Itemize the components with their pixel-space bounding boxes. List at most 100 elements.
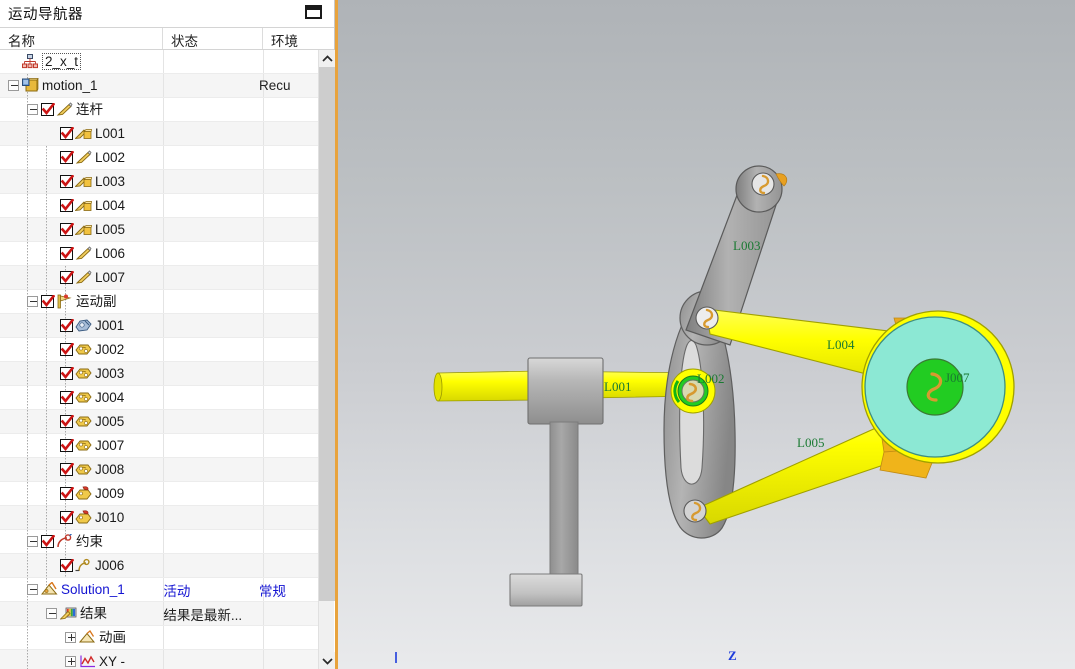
collapse-minus-icon[interactable] xyxy=(46,608,57,619)
tree-row[interactable]: motion_1 Recu xyxy=(0,74,320,98)
tree-expander-placeholder xyxy=(46,392,57,403)
scroll-down-button[interactable] xyxy=(319,652,335,669)
tree-row-name-cell: L006 xyxy=(0,242,155,266)
motion-tree[interactable]: 2_x_t motion_1 Recu 连杆 L001 L002 L003 L0… xyxy=(0,50,335,669)
tree-row[interactable]: J008 xyxy=(0,458,320,482)
tree-expander-placeholder xyxy=(46,416,57,427)
tree-row[interactable]: 动画 xyxy=(0,626,320,650)
tree-row[interactable]: J004 xyxy=(0,386,320,410)
model-label: L003 xyxy=(733,238,761,253)
panel-titlebar: 运动导航器 xyxy=(0,0,334,27)
mechanism-model xyxy=(395,165,1015,663)
tree-row[interactable]: J005 xyxy=(0,410,320,434)
column-separator xyxy=(163,362,164,385)
link-icon xyxy=(75,270,92,285)
tree-row[interactable]: 约束 xyxy=(0,530,320,554)
tree-row[interactable]: J001 xyxy=(0,314,320,338)
panel-title: 运动导航器 xyxy=(8,7,83,23)
visibility-checkbox[interactable] xyxy=(60,151,74,164)
tree-row-name-cell: L007 xyxy=(0,266,155,290)
tree-row[interactable]: L002 xyxy=(0,146,320,170)
tree-scrollbar[interactable] xyxy=(318,50,335,669)
column-header-env[interactable]: 环境 xyxy=(263,28,334,49)
visibility-checkbox[interactable] xyxy=(60,223,74,236)
visibility-checkbox[interactable] xyxy=(60,463,74,476)
visibility-checkbox[interactable] xyxy=(60,127,74,140)
tree-row[interactable]: XY - xyxy=(0,650,320,669)
tree-row[interactable]: L005 xyxy=(0,218,320,242)
column-separator xyxy=(263,650,264,669)
visibility-checkbox[interactable] xyxy=(60,199,74,212)
visibility-checkbox[interactable] xyxy=(60,487,74,500)
model-label: L004 xyxy=(827,337,855,352)
column-separator xyxy=(163,242,164,265)
visibility-checkbox[interactable] xyxy=(41,103,55,116)
visibility-checkbox[interactable] xyxy=(60,271,74,284)
column-separator xyxy=(163,506,164,529)
link-icon xyxy=(56,102,73,117)
column-separator xyxy=(263,482,264,505)
solution-icon xyxy=(40,581,58,597)
tree-row[interactable]: 2_x_t xyxy=(0,50,320,74)
tree-row[interactable]: J007 xyxy=(0,434,320,458)
tree-row[interactable]: L006 xyxy=(0,242,320,266)
visibility-checkbox[interactable] xyxy=(60,319,74,332)
tree-row[interactable]: Solution_1 活动 常规 xyxy=(0,578,320,602)
model-label: J007 xyxy=(945,370,970,385)
visibility-checkbox[interactable] xyxy=(60,439,74,452)
tree-row[interactable]: 运动副 xyxy=(0,290,320,314)
tree-row[interactable]: J010 xyxy=(0,506,320,530)
column-separator xyxy=(263,122,264,145)
tree-row-name-cell: J002 xyxy=(0,338,155,362)
collapse-minus-icon[interactable] xyxy=(27,104,38,115)
tree-row[interactable]: 连杆 xyxy=(0,98,320,122)
visibility-checkbox[interactable] xyxy=(60,343,74,356)
visibility-checkbox[interactable] xyxy=(60,367,74,380)
visibility-checkbox[interactable] xyxy=(60,247,74,260)
tree-row[interactable]: L003 xyxy=(0,170,320,194)
motion-navigator-panel: 运动导航器 名称 状态 环境 2_x_t motion_1 Recu 连杆 L0… xyxy=(0,0,335,669)
tree-row-label: L003 xyxy=(95,174,126,189)
tree-row[interactable]: L007 xyxy=(0,266,320,290)
column-header-status[interactable]: 状态 xyxy=(163,28,263,49)
restore-window-button[interactable] xyxy=(305,5,323,21)
collapse-minus-icon[interactable] xyxy=(27,584,38,595)
collapse-minus-icon[interactable] xyxy=(27,536,38,547)
visibility-checkbox[interactable] xyxy=(41,295,55,308)
graphics-viewport[interactable]: L001 L002 L003 L004 L005 J007 Z xyxy=(335,0,1075,669)
tree-row-name-cell: J010 xyxy=(0,506,155,530)
tree-row[interactable]: J006 xyxy=(0,554,320,578)
tree-row-name-cell: L004 xyxy=(0,194,155,218)
expand-plus-icon[interactable] xyxy=(65,632,76,643)
scroll-up-button[interactable] xyxy=(319,50,335,67)
tree-row-label: L004 xyxy=(95,198,126,213)
animation-icon xyxy=(78,630,96,645)
visibility-checkbox[interactable] xyxy=(60,511,74,524)
tree-row[interactable]: J009 xyxy=(0,482,320,506)
scrollbar-thumb[interactable] xyxy=(319,67,335,601)
column-separator xyxy=(163,98,164,121)
constraint-j-icon xyxy=(75,558,92,573)
tree-row[interactable]: J002 xyxy=(0,338,320,362)
collapse-minus-icon[interactable] xyxy=(8,80,19,91)
visibility-checkbox[interactable] xyxy=(41,535,55,548)
tree-row[interactable]: L001 xyxy=(0,122,320,146)
joint-group-icon xyxy=(56,294,73,309)
visibility-checkbox[interactable] xyxy=(60,559,74,572)
collapse-minus-icon[interactable] xyxy=(27,296,38,307)
expand-plus-icon[interactable] xyxy=(65,656,76,667)
tree-row[interactable]: L004 xyxy=(0,194,320,218)
column-header-name[interactable]: 名称 xyxy=(0,28,163,49)
link-body-icon xyxy=(74,198,94,213)
tree-row[interactable]: J003 xyxy=(0,362,320,386)
tree-row[interactable]: 结果 结果是最新... xyxy=(0,602,320,626)
tree-row-name-cell: 结果 xyxy=(0,602,155,626)
visibility-checkbox[interactable] xyxy=(60,391,74,404)
visibility-checkbox[interactable] xyxy=(60,415,74,428)
visibility-checkbox[interactable] xyxy=(60,175,74,188)
